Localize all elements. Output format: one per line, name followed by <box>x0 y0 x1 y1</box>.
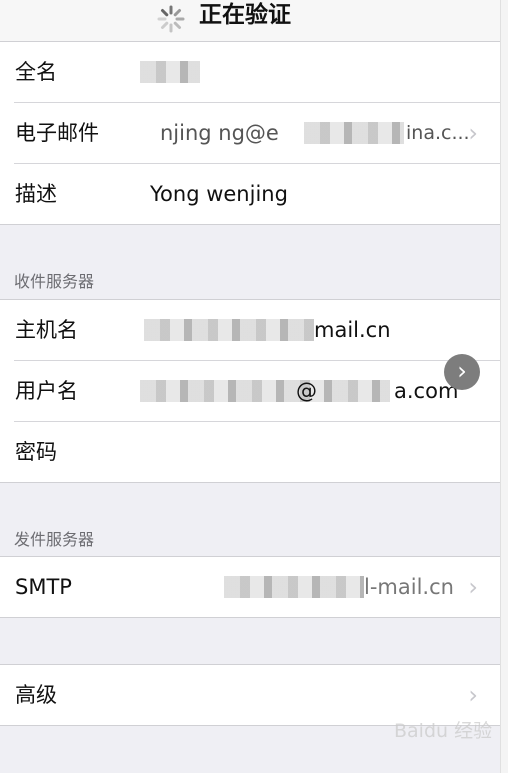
account-group: 全名 电子邮件 njing ng@e ina.c... › 描述 Yong we… <box>0 41 500 225</box>
page-title: 正在验证 <box>199 2 291 28</box>
description-value[interactable]: Yong wenjing <box>150 164 288 224</box>
outgoing-section-title: 发件服务器 <box>14 530 95 549</box>
host-value-suffix[interactable]: mail.cn <box>314 300 391 360</box>
username-label: 用户名 <box>15 379 78 403</box>
description-label: 描述 <box>15 182 57 206</box>
host-row[interactable]: 主机名 mail.cn <box>14 300 500 361</box>
advanced-label: 高级 <box>15 683 57 707</box>
side-strip <box>500 0 508 773</box>
fullname-label: 全名 <box>15 60 57 84</box>
loading-spinner-icon <box>157 5 185 33</box>
fullname-row[interactable]: 全名 <box>14 42 500 103</box>
host-label: 主机名 <box>15 318 78 342</box>
description-row[interactable]: 描述 Yong wenjing <box>14 164 500 224</box>
fullname-blurred-value <box>140 61 200 83</box>
next-arrow-button[interactable]: › <box>444 354 480 390</box>
incoming-group: 主机名 mail.cn 用户名 @ a.com 密码 <box>0 299 500 483</box>
watermark: Baidu 经验 <box>394 720 493 742</box>
email-label: 电子邮件 <box>15 121 99 145</box>
username-row[interactable]: 用户名 @ a.com <box>14 361 500 422</box>
smtp-label: SMTP <box>15 575 72 599</box>
username-at-sign: @ <box>296 379 317 403</box>
username-blurred-value <box>140 380 390 402</box>
chevron-right-icon: › <box>468 119 478 147</box>
password-row[interactable]: 密码 <box>14 422 500 482</box>
email-value-suffix: ina.c... <box>406 122 470 144</box>
chevron-right-icon: › <box>468 573 478 601</box>
email-blurred-value <box>304 122 404 144</box>
smtp-value-suffix: l-mail.cn <box>364 575 454 599</box>
host-blurred-value <box>144 319 314 341</box>
email-value-visible: njing ng@e <box>160 121 279 145</box>
password-label: 密码 <box>15 440 57 464</box>
email-row[interactable]: 电子邮件 njing ng@e ina.c... › <box>14 103 500 164</box>
smtp-row[interactable]: SMTP l-mail.cn › <box>14 557 500 617</box>
outgoing-group: SMTP l-mail.cn › <box>0 556 500 618</box>
smtp-blurred-value <box>224 576 364 598</box>
incoming-section-title: 收件服务器 <box>14 272 95 291</box>
